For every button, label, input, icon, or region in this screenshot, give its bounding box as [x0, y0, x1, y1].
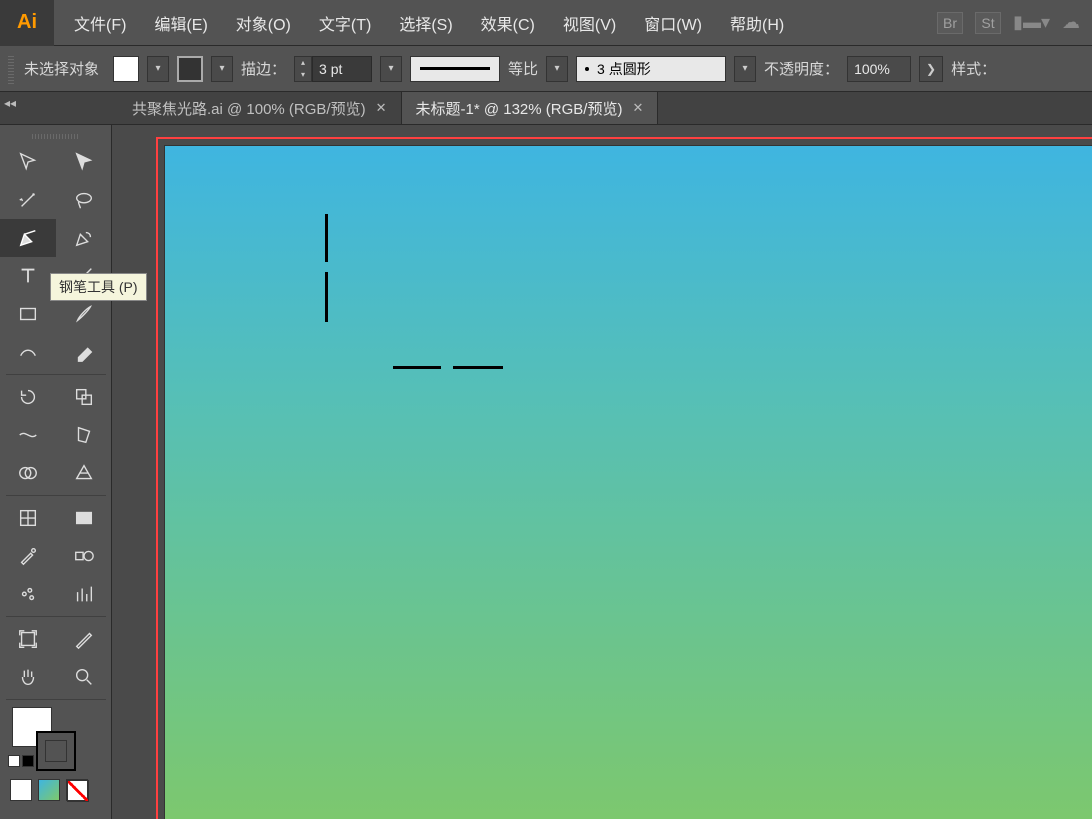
tool-tooltip: 钢笔工具 (P) — [50, 273, 147, 301]
tab-label: 共聚焦光路.ai @ 100% (RGB/预览) — [132, 98, 366, 119]
menu-window[interactable]: 窗口(W) — [630, 1, 716, 45]
swatch-solid[interactable] — [10, 779, 32, 801]
rectangle-tool[interactable] — [0, 295, 56, 333]
canvas-area[interactable] — [112, 125, 1092, 819]
gradient-tool[interactable] — [56, 499, 112, 537]
menu-file[interactable]: 文件(F) — [60, 1, 140, 45]
grip-icon — [8, 54, 14, 84]
stroke-weight-dropdown[interactable]: ▾ — [380, 56, 402, 82]
selection-status: 未选择对象 — [24, 58, 99, 79]
stroke-color[interactable] — [36, 731, 76, 771]
tab-label: 未标题-1* @ 132% (RGB/预览) — [416, 98, 623, 119]
opacity-input[interactable] — [847, 56, 911, 82]
style-label: 样式： — [951, 58, 996, 79]
shape-builder-tool[interactable] — [0, 454, 56, 492]
collapse-chevron-icon[interactable]: ◂◂ — [4, 96, 16, 110]
brush-preview[interactable]: 3 点圆形 — [576, 56, 726, 82]
menu-bar: Ai 文件(F) 编辑(E) 对象(O) 文字(T) 选择(S) 效果(C) 视… — [0, 0, 1092, 46]
slice-tool[interactable] — [56, 620, 112, 658]
stroke-dropdown[interactable]: ▾ — [211, 56, 233, 82]
menu-type[interactable]: 文字(T) — [305, 1, 385, 45]
eraser-tool[interactable] — [56, 333, 112, 371]
fill-dropdown[interactable]: ▾ — [147, 56, 169, 82]
stroke-profile-preview[interactable] — [410, 56, 500, 82]
control-bar: 未选择对象 ▾ ▾ 描边： ▴▾ ▾ 等比 ▾ 3 点圆形 ▾ 不透明度： ❯ … — [0, 46, 1092, 92]
stroke-weight-input[interactable] — [312, 56, 372, 82]
close-icon[interactable]: ✕ — [632, 100, 643, 116]
opacity-more[interactable]: ❯ — [919, 56, 943, 82]
selection-tool[interactable] — [0, 143, 56, 181]
direct-selection-tool[interactable] — [56, 143, 112, 181]
hand-tool[interactable] — [0, 658, 56, 696]
artboard-tool[interactable] — [0, 620, 56, 658]
menu-view[interactable]: 视图(V) — [549, 1, 630, 45]
pen-tool[interactable] — [0, 219, 56, 257]
menubar-right: Br St ▮▬▾ ☁ — [937, 12, 1092, 34]
tab-document-2[interactable]: 未标题-1* @ 132% (RGB/预览) ✕ — [402, 92, 659, 124]
sync-icon[interactable]: ☁ — [1062, 12, 1080, 33]
symbol-sprayer-tool[interactable] — [0, 575, 56, 613]
stroke-label: 描边： — [241, 58, 286, 79]
mesh-tool[interactable] — [0, 499, 56, 537]
fill-stroke-control[interactable] — [0, 703, 112, 775]
profile-dropdown[interactable]: ▾ — [546, 56, 568, 82]
stroke-weight-stepper[interactable]: ▴▾ — [294, 56, 372, 82]
rotate-tool[interactable] — [0, 378, 56, 416]
menu-effect[interactable]: 效果(C) — [467, 1, 549, 45]
menu-items: 文件(F) 编辑(E) 对象(O) 文字(T) 选择(S) 效果(C) 视图(V… — [60, 1, 798, 45]
profile-label: 等比 — [508, 58, 538, 79]
path-segment[interactable] — [453, 366, 503, 369]
swap-default-icons[interactable] — [8, 755, 34, 767]
stepper-buttons[interactable]: ▴▾ — [294, 56, 312, 82]
fill-swatch[interactable] — [113, 56, 139, 82]
shaper-tool[interactable] — [0, 333, 56, 371]
close-icon[interactable]: ✕ — [376, 100, 387, 116]
lasso-tool[interactable] — [56, 181, 112, 219]
tools-panel — [0, 125, 112, 819]
menu-object[interactable]: 对象(O) — [222, 1, 305, 45]
scale-tool[interactable] — [56, 378, 112, 416]
blend-tool[interactable] — [56, 537, 112, 575]
opacity-label: 不透明度： — [764, 58, 839, 79]
type-tool[interactable] — [0, 257, 56, 295]
brush-label: 3 点圆形 — [597, 59, 651, 79]
menu-help[interactable]: 帮助(H) — [716, 1, 798, 45]
curvature-tool[interactable] — [56, 219, 112, 257]
swatch-none[interactable] — [66, 779, 88, 801]
arrange-icon[interactable]: ▮▬▾ — [1013, 12, 1050, 33]
path-segment[interactable] — [325, 272, 328, 322]
perspective-tool[interactable] — [56, 454, 112, 492]
menu-edit[interactable]: 编辑(E) — [140, 1, 221, 45]
path-segment[interactable] — [393, 366, 441, 369]
stock-icon[interactable]: St — [975, 12, 1001, 34]
document-tabs: 共聚焦光路.ai @ 100% (RGB/预览) ✕ 未标题-1* @ 132%… — [0, 92, 1092, 125]
width-tool[interactable] — [0, 416, 56, 454]
color-mode-swatches[interactable] — [0, 775, 112, 805]
eyedropper-tool[interactable] — [0, 537, 56, 575]
menu-select[interactable]: 选择(S) — [385, 1, 466, 45]
dot-icon — [585, 67, 589, 71]
panel-grip-icon[interactable] — [0, 129, 111, 143]
path-segment[interactable] — [325, 214, 328, 262]
main-area: 钢笔工具 (P) — [0, 125, 1092, 819]
tab-document-1[interactable]: 共聚焦光路.ai @ 100% (RGB/预览) ✕ — [118, 92, 402, 124]
brush-dropdown[interactable]: ▾ — [734, 56, 756, 82]
graph-tool[interactable] — [56, 575, 112, 613]
bridge-icon[interactable]: Br — [937, 12, 963, 34]
swatch-gradient[interactable] — [38, 779, 60, 801]
app-logo: Ai — [0, 0, 54, 46]
zoom-tool[interactable] — [56, 658, 112, 696]
free-transform-tool[interactable] — [56, 416, 112, 454]
artboard[interactable] — [164, 145, 1092, 819]
magic-wand-tool[interactable] — [0, 181, 56, 219]
stroke-swatch[interactable] — [177, 56, 203, 82]
